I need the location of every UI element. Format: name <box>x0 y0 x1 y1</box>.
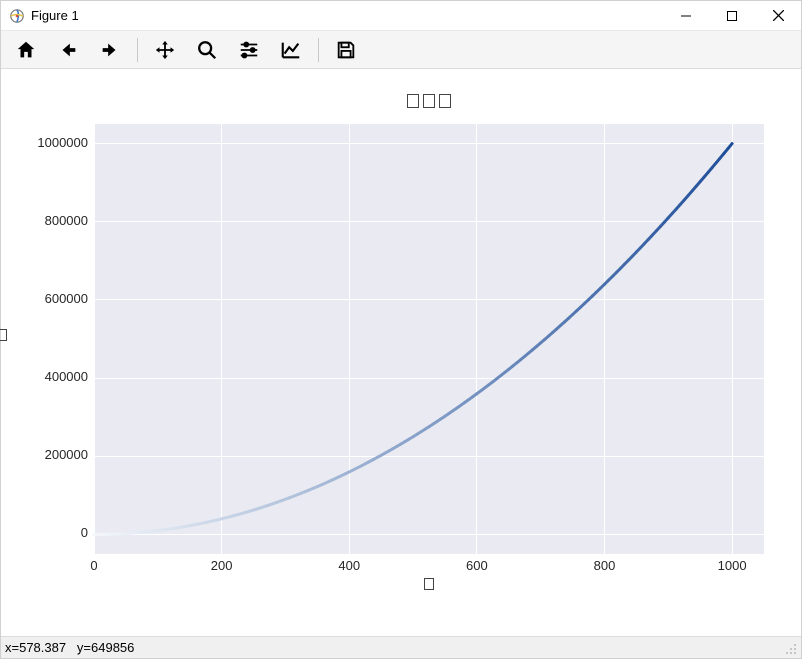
y-axis-label <box>0 329 9 344</box>
maximize-button[interactable] <box>709 1 755 31</box>
sliders-icon <box>238 39 260 61</box>
cursor-coordinates: x=578.387 y=649856 <box>5 640 134 655</box>
x-axis-label <box>94 578 764 593</box>
resize-grip-icon <box>783 641 797 655</box>
line-series <box>1 69 801 636</box>
toolbar <box>1 31 801 69</box>
chart-line-icon <box>280 39 302 61</box>
save-button[interactable] <box>329 34 363 66</box>
toolbar-separator <box>137 38 138 62</box>
zoom-button[interactable] <box>190 34 224 66</box>
zoom-icon <box>196 39 218 61</box>
pan-button[interactable] <box>148 34 182 66</box>
axis-edit-button[interactable] <box>274 34 308 66</box>
move-icon <box>154 39 176 61</box>
home-button[interactable] <box>9 34 43 66</box>
app-icon <box>9 8 25 24</box>
title-bar: Figure 1 <box>1 1 801 31</box>
arrow-left-icon <box>57 39 79 61</box>
back-button[interactable] <box>51 34 85 66</box>
figure-canvas[interactable]: 0200400600800100002000004000006000008000… <box>1 69 801 636</box>
plot-area: 0200400600800100002000004000006000008000… <box>1 69 801 636</box>
subplots-button[interactable] <box>232 34 266 66</box>
status-bar: x=578.387 y=649856 <box>1 636 801 658</box>
arrow-right-icon <box>99 39 121 61</box>
minimize-button[interactable] <box>663 1 709 31</box>
chart-title <box>94 94 764 112</box>
window-title: Figure 1 <box>31 8 79 23</box>
save-icon <box>335 39 357 61</box>
app-window: Figure 1 <box>0 0 802 659</box>
close-button[interactable] <box>755 1 801 31</box>
home-icon <box>15 39 37 61</box>
toolbar-separator <box>318 38 319 62</box>
forward-button[interactable] <box>93 34 127 66</box>
